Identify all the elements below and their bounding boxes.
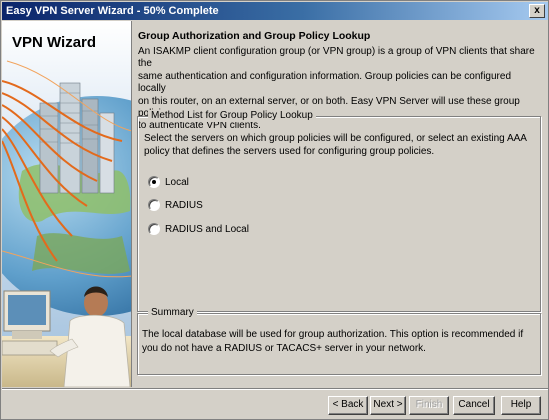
title-bar[interactable]: Easy VPN Server Wizard - 50% Complete x	[2, 2, 548, 20]
wizard-page: Group Authorization and Group Policy Loo…	[133, 21, 548, 387]
intro-line: same authentication and configuration in…	[138, 70, 512, 95]
wizard-banner-illustration	[2, 21, 131, 387]
radio-option-radius[interactable]: RADIUS	[148, 198, 203, 212]
radio-button-local[interactable]	[148, 176, 160, 188]
radio-option-radius-and-local[interactable]: RADIUS and Local	[148, 222, 249, 236]
summary-line: you do not have a RADIUS or TACACS+ serv…	[142, 343, 426, 354]
page-heading: Group Authorization and Group Policy Loo…	[138, 30, 371, 42]
close-icon: x	[534, 5, 540, 16]
intro-line: An ISAKMP client configuration group (or…	[138, 46, 535, 70]
summary-group: Summary The local database will be used …	[137, 307, 541, 375]
method-list-group: Method List for Group Policy Lookup Sele…	[137, 110, 541, 312]
button-bar: < Back Next > Finish Cancel Help	[2, 388, 548, 419]
back-button[interactable]: < Back	[328, 396, 368, 415]
radio-button-radius-and-local[interactable]	[148, 223, 160, 235]
summary-legend: Summary	[148, 307, 197, 319]
radio-option-local[interactable]: Local	[148, 175, 189, 189]
radio-label-radius-and-local[interactable]: RADIUS and Local	[165, 224, 249, 235]
summary-line: The local database will be used for grou…	[142, 329, 524, 340]
description-line: Select the servers on which group polici…	[144, 133, 527, 144]
radio-label-radius[interactable]: RADIUS	[165, 200, 203, 211]
help-button[interactable]: Help	[501, 396, 541, 415]
radio-label-local[interactable]: Local	[165, 177, 189, 188]
description-line: policy that defines the servers used for…	[144, 145, 435, 157]
wizard-window: Easy VPN Server Wizard - 50% Complete x	[0, 0, 549, 420]
finish-button[interactable]: Finish	[409, 396, 449, 415]
method-list-legend: Method List for Group Policy Lookup	[148, 110, 316, 122]
summary-text: The local database will be used for grou…	[142, 328, 536, 356]
method-list-description: Select the servers on which group polici…	[144, 133, 536, 158]
wizard-side-banner: VPN Wizard	[2, 21, 132, 387]
window-title: Easy VPN Server Wizard - 50% Complete	[6, 5, 219, 17]
next-button[interactable]: Next >	[370, 396, 406, 415]
radio-button-radius[interactable]	[148, 199, 160, 211]
cancel-button[interactable]: Cancel	[453, 396, 495, 415]
wizard-name: VPN Wizard	[12, 34, 97, 51]
close-button[interactable]: x	[529, 4, 545, 18]
